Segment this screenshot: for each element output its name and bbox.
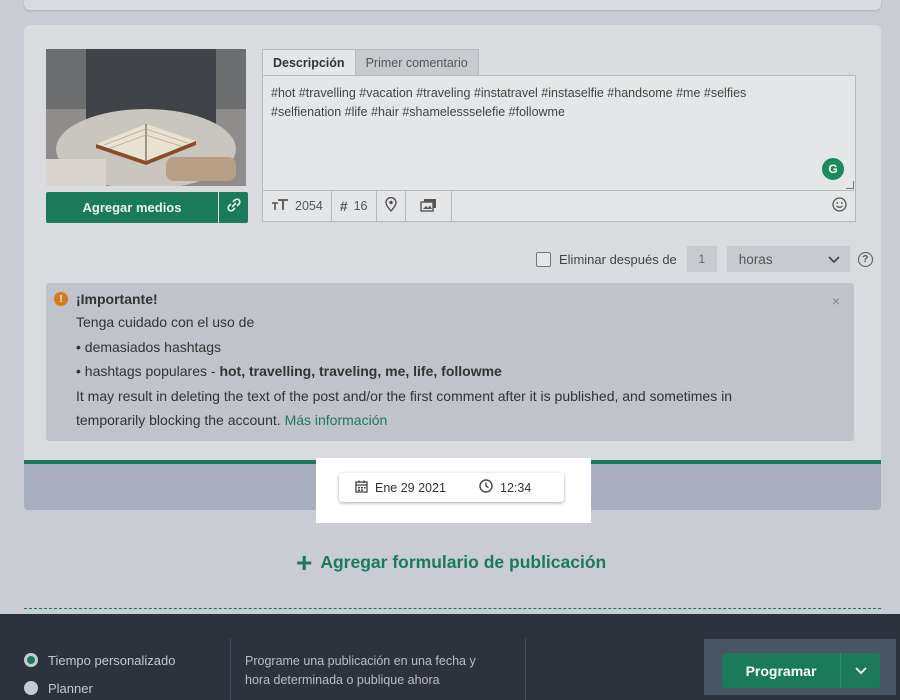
radio-button[interactable] [24,681,38,695]
grammarly-icon[interactable]: G [822,158,844,180]
delete-after-checkbox[interactable] [536,251,551,267]
editor-tabs: Descripción Primer comentario [262,49,856,75]
alert-line: It may result in deleting the text of th… [76,387,732,404]
alert-line: Tenga cuidado con el uso de [76,314,255,330]
scheduling-mode-options: Tiempo personalizado Planner [24,646,175,700]
plus-icon: + [296,546,313,578]
option-custom-time[interactable]: Tiempo personalizado [24,646,175,674]
emoji-icon [832,196,847,216]
date-picker[interactable]: Ene 29 2021 [339,480,479,496]
delete-after-unit-select[interactable]: horas [726,246,850,272]
help-icon[interactable]: ? [857,251,873,267]
radio-button[interactable] [24,653,38,667]
close-icon[interactable]: × [832,293,840,309]
unit-selected-value: horas [738,251,773,267]
caption-textarea[interactable]: #hot #travelling #vacation #traveling #i… [262,75,856,191]
date-value: Ene 29 2021 [375,480,446,495]
link-icon [226,198,241,217]
gallery-icon [419,198,437,215]
option-label: Planner [48,680,93,696]
clock-icon [479,479,493,496]
hashtag-icon: # [339,198,348,214]
alert-line: temporarily blocking the account. Más in… [76,412,388,428]
divider [525,638,526,700]
media-thumbnail[interactable] [46,49,246,186]
editor-toolbar: 2054 # 16 [262,191,856,222]
chevron-down-icon [828,252,840,267]
alert-body: Tenga cuidado con el uso de • demasiados… [54,310,854,433]
add-form-label: Agregar formulario de publicación [320,552,607,572]
hashtag-counter[interactable]: # 16 [332,191,377,221]
popular-hashtags: hot, travelling, traveling, me, life, fo… [219,363,502,379]
mode-description: Programe una publicación en una fecha y … [245,654,476,687]
location-pin-icon [384,196,397,215]
gallery-button[interactable] [406,191,452,221]
character-counter: 2054 [263,191,332,221]
delete-after-label: Eliminar después de [559,251,677,267]
divider [230,638,231,700]
scheduling-footer: Tiempo personalizado Planner Programe un… [0,614,900,700]
previous-card [24,0,881,10]
add-post-form-button[interactable]: + Agregar formulario de publicación [296,546,607,578]
schedule-split-button: Programar [722,653,880,688]
resize-handle[interactable] [846,181,854,189]
char-count: 2054 [295,199,323,213]
option-label: Tiempo personalizado [48,652,176,668]
schedule-options-button[interactable] [840,653,880,688]
important-alert: ! ¡Importante! Tenga cuidado con el uso … [46,283,854,441]
more-info-link[interactable]: Más información [285,412,388,428]
tab-description[interactable]: Descripción [262,49,356,75]
book-photo-image [46,49,246,186]
alert-line: • hashtags populares - hot, travelling, … [76,363,502,379]
add-media-button[interactable]: Agregar medios [46,192,218,223]
tab-first-comment[interactable]: Primer comentario [354,49,479,75]
location-button[interactable] [377,191,406,221]
caption-text-line: #hot #travelling #vacation #traveling #i… [271,86,747,100]
add-media-control: Agregar medios [46,192,248,223]
caption-editor: Descripción Primer comentario #hot #trav… [262,49,856,222]
schedule-button-highlight: Programar [704,639,896,695]
time-picker[interactable]: 12:34 [479,479,531,496]
delete-after-value-input[interactable]: 1 [686,246,717,272]
chevron-down-icon [854,662,867,680]
alert-line: • demasiados hashtags [76,338,221,355]
text-size-icon [271,198,289,214]
delete-after-row: Eliminar después de 1 horas ? [536,246,873,272]
warning-icon: ! [54,292,68,306]
post-form-card: Agregar medios Descripción Primer coment… [24,25,881,461]
emoji-button[interactable] [824,191,855,221]
hashtag-count: 16 [353,199,368,213]
schedule-datetime-picker: Ene 29 2021 12:34 [339,473,564,502]
add-link-button[interactable] [218,192,248,223]
calendar-icon [355,480,368,496]
option-planner[interactable]: Planner [24,674,175,700]
schedule-button[interactable]: Programar [722,653,840,688]
caption-text-line: #selfienation #life #hair #shamelesssele… [271,105,565,119]
time-value: 12:34 [500,480,532,495]
alert-title: ¡Importante! [76,291,158,307]
